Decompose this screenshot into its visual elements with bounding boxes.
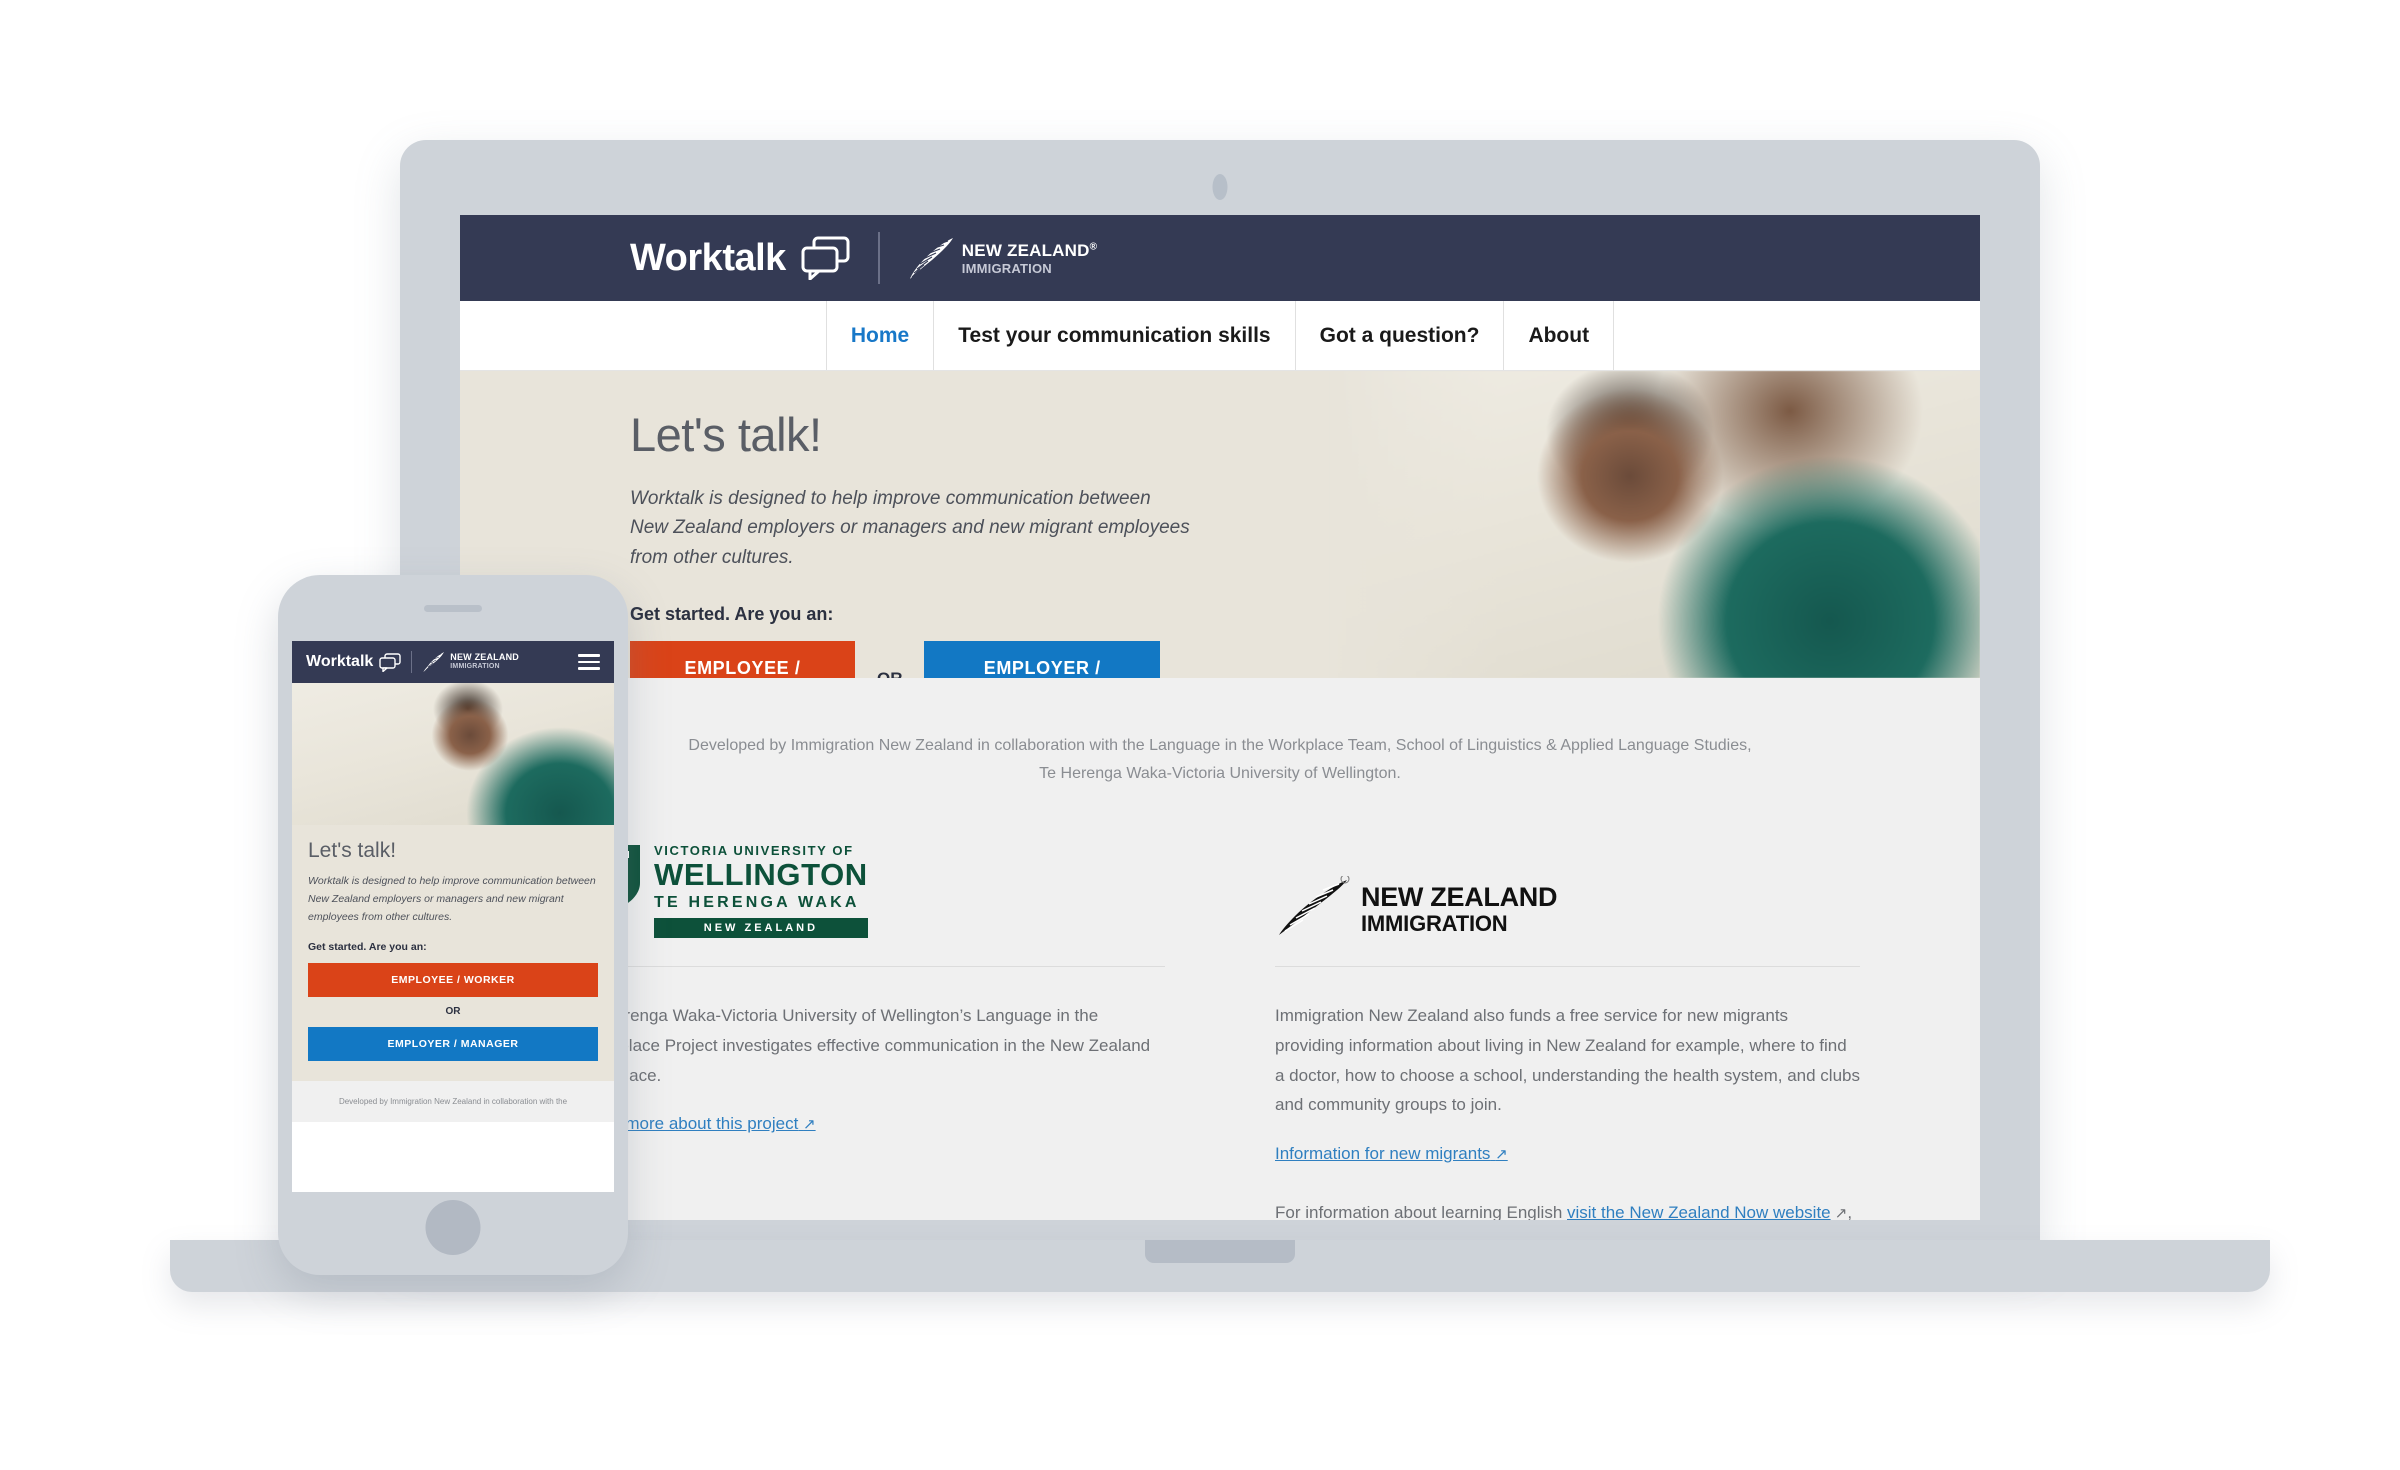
column-divider-right	[1275, 966, 1860, 967]
info-column-university: VICTORIA UNIVERSITY OF WELLINGTON TE HER…	[580, 843, 1165, 1220]
employer-manager-button[interactable]: EMPLOYER / MANAGER	[924, 641, 1160, 678]
phone-nz-line1: NEW ZEALAND	[450, 651, 519, 662]
hero-title: Let's talk!	[630, 408, 822, 461]
external-link-arrow-icon: ↗	[803, 1116, 816, 1134]
university-logo-bar: NEW ZEALAND	[654, 918, 868, 938]
laptop-camera-icon	[1212, 174, 1228, 200]
hero-button-group: EMPLOYEE / WORKER OR EMPLOYER / MANAGER	[630, 641, 1160, 678]
nav-item-home[interactable]: Home	[825, 301, 933, 370]
site-brand[interactable]: Worktalk NEW ZEALAND® IMMIGRATION	[630, 232, 1097, 284]
immigration-body-text: Immigration New Zealand also funds a fre…	[1275, 1006, 1860, 1115]
info-section: Developed by Immigration New Zealand in …	[460, 678, 1980, 1220]
learning-english-paragraph: For information about learning English v…	[1275, 1198, 1860, 1220]
registered-mark: ®	[1089, 241, 1098, 253]
phone-brand-divider	[411, 651, 413, 673]
phone-credit-text: Developed by Immigration New Zealand in …	[338, 1096, 568, 1106]
university-logo-line2: WELLINGTON	[654, 857, 868, 893]
phone-info-section: Developed by Immigration New Zealand in …	[292, 1080, 614, 1123]
screenshot-canvas: Worktalk NEW ZEALAND® IMMIGRATION Home T…	[0, 0, 2400, 1470]
information-new-migrants-link-label: Information for new migrants	[1275, 1144, 1491, 1163]
information-new-migrants-link[interactable]: Information for new migrants ↗	[1275, 1144, 1508, 1164]
hero-photo	[1330, 371, 1980, 678]
new-zealand-now-website-link-label: visit the New Zealand Now website	[1567, 1203, 1831, 1220]
hero-cta-label: Get started. Are you an:	[630, 604, 834, 625]
silver-fern-icon	[906, 236, 956, 280]
credit-line-2: Te Herenga Waka-Victoria University of W…	[1039, 765, 1401, 782]
silver-fern-icon	[422, 651, 446, 673]
phone-hero-title: Let's talk!	[308, 839, 397, 862]
phone-speaker	[424, 605, 482, 612]
phone-hero-content: Let's talk! Worktalk is designed to help…	[292, 825, 614, 1081]
nav-item-test-your-communication-skills[interactable]: Test your communication skills	[933, 301, 1294, 370]
victoria-university-logo: VICTORIA UNIVERSITY OF WELLINGTON TE HER…	[580, 843, 1165, 938]
nz-immigration-logo: NEW ZEALAND® IMMIGRATION	[906, 236, 1097, 280]
immigration-logo-line2: IMMIGRATION	[1361, 910, 1508, 936]
or-separator: OR	[877, 669, 903, 678]
phone-mockup: Worktalk NEW ZEALAND IMMIGRATION Let's t…	[278, 575, 628, 1275]
phone-nz-line2: IMMIGRATION	[450, 662, 500, 670]
silver-fern-black-icon	[1275, 874, 1353, 938]
phone-hero-cta-label: Get started. Are you an:	[308, 940, 427, 953]
credit-line-1: Developed by Immigration New Zealand in …	[688, 737, 1752, 754]
main-navigation: Home Test your communication skills Got …	[460, 301, 1980, 371]
laptop-mockup: Worktalk NEW ZEALAND® IMMIGRATION Home T…	[170, 140, 2270, 1292]
column-divider-left	[580, 966, 1165, 967]
info-column-immigration: NEW ZEALAND IMMIGRATION Immigration New …	[1275, 846, 1860, 1220]
laptop-screen: Worktalk NEW ZEALAND® IMMIGRATION Home T…	[460, 215, 1980, 1220]
phone-screen: Worktalk NEW ZEALAND IMMIGRATION Let's t…	[292, 641, 614, 1192]
hamburger-menu-icon[interactable]	[578, 650, 600, 674]
phone-brand-name: Worktalk	[306, 653, 374, 670]
nav-item-got-a-question[interactable]: Got a question?	[1294, 301, 1504, 370]
phone-employer-manager-button[interactable]: EMPLOYER / MANAGER	[308, 1026, 598, 1061]
phone-hero-subtitle: Worktalk is designed to help improve com…	[308, 875, 596, 923]
speech-bubbles-icon	[379, 652, 401, 672]
nz-logo-line1: NEW ZEALAND	[961, 240, 1090, 260]
phone-home-button[interactable]	[425, 1200, 481, 1255]
phone-hero-photo	[292, 683, 614, 825]
brand-name: Worktalk	[630, 236, 786, 279]
university-logo-line3: TE HERENGA WAKA	[654, 893, 860, 911]
site-header: Worktalk NEW ZEALAND® IMMIGRATION	[460, 215, 1980, 301]
immigration-logo-line1: NEW ZEALAND	[1361, 881, 1558, 912]
credit-text: Developed by Immigration New Zealand in …	[460, 732, 1980, 788]
external-link-arrow-icon: ↗	[1830, 1205, 1848, 1220]
hero-subtitle: Worktalk is designed to help improve com…	[630, 488, 1190, 568]
external-link-arrow-icon: ↗	[1495, 1146, 1508, 1163]
nz-immigration-logo-black: NEW ZEALAND IMMIGRATION	[1275, 846, 1860, 938]
nav-item-about[interactable]: About	[1503, 301, 1615, 370]
phone-nz-wordmark: NEW ZEALAND IMMIGRATION	[450, 651, 519, 671]
new-zealand-now-website-link[interactable]: visit the New Zealand Now website	[1567, 1203, 1831, 1220]
phone-employee-worker-button[interactable]: EMPLOYEE / WORKER	[308, 962, 598, 997]
nz-logo-line2: IMMIGRATION	[961, 260, 1052, 276]
nz-immigration-wordmark: NEW ZEALAND® IMMIGRATION	[962, 242, 1097, 277]
info-columns: VICTORIA UNIVERSITY OF WELLINGTON TE HER…	[460, 788, 1980, 1220]
speech-bubbles-icon	[800, 236, 852, 281]
learning-english-text-pre: For information about learning English	[1275, 1203, 1567, 1220]
phone-brand[interactable]: Worktalk NEW ZEALAND IMMIGRATION	[306, 651, 519, 673]
hero-section: Let's talk! Worktalk is designed to help…	[460, 371, 1980, 678]
phone-site-header: Worktalk NEW ZEALAND IMMIGRATION	[292, 641, 614, 683]
brand-divider	[877, 232, 880, 284]
university-body-text: Te Herenga Waka-Victoria University of W…	[580, 1006, 1151, 1085]
phone-or-separator: OR	[445, 1005, 461, 1017]
employee-worker-button[interactable]: EMPLOYEE / WORKER	[630, 641, 855, 678]
